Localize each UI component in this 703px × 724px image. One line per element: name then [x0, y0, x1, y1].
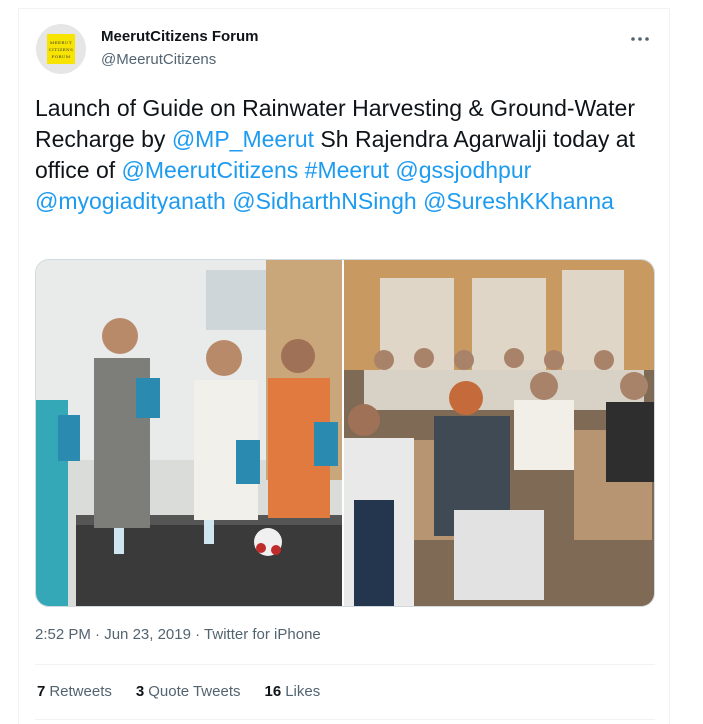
tweet-source[interactable]: Twitter for iPhone	[204, 626, 321, 643]
avatar-logo-line: FORUM	[51, 53, 71, 59]
meta-separator: ·	[90, 626, 105, 643]
mention-link[interactable]: @SidharthNSingh	[232, 188, 416, 214]
more-options-button[interactable]	[626, 25, 654, 53]
likes-label: Likes	[285, 683, 321, 700]
tweet-date[interactable]: Jun 23, 2019	[104, 626, 191, 643]
more-horizontal-icon	[631, 37, 649, 41]
display-name[interactable]: MeerutCitizens Forum	[101, 28, 259, 45]
retweets-count: 7	[37, 683, 46, 700]
hashtag-link[interactable]: #Meerut	[305, 157, 389, 183]
user-handle[interactable]: @MeerutCitizens	[101, 51, 216, 68]
tweet-meta: 2:52 PM · Jun 23, 2019 · Twitter for iPh…	[35, 626, 321, 643]
tweet-stats: 7 Retweets 3 Quote Tweets 16 Likes	[37, 683, 320, 700]
divider	[35, 719, 655, 720]
divider	[35, 664, 655, 665]
mention-link[interactable]: @myogiadityanath	[35, 188, 226, 214]
quote-tweets-count: 3	[135, 683, 145, 700]
retweets-stat[interactable]: 7 Retweets	[37, 683, 112, 700]
tweet-time[interactable]: 2:52 PM	[35, 626, 91, 643]
retweets-label: Retweets	[49, 683, 112, 700]
avatar-logo-line: CITIZENS	[48, 46, 74, 52]
tweet-card: MEERUT CITIZENS FORUM MeerutCitizens For…	[18, 8, 670, 724]
avatar[interactable]: MEERUT CITIZENS FORUM	[36, 24, 86, 74]
quote-tweets-stat[interactable]: 3 Quote Tweets	[136, 683, 241, 700]
likes-count: 16	[264, 683, 282, 700]
media-grid	[35, 259, 655, 607]
avatar-logo-line: MEERUT	[50, 39, 72, 45]
likes-stat[interactable]: 16 Likes	[265, 683, 321, 700]
mention-link[interactable]: @MP_Meerut	[172, 126, 314, 152]
mention-link[interactable]: @gssjodhpur	[395, 157, 531, 183]
meta-separator: ·	[190, 626, 205, 643]
mention-link[interactable]: @MeerutCitizens	[122, 157, 299, 183]
avatar-logo: MEERUT CITIZENS FORUM	[47, 34, 75, 64]
photo-audience[interactable]	[344, 260, 654, 606]
quote-tweets-label: Quote Tweets	[148, 683, 241, 700]
mention-link[interactable]: @SureshKKhanna	[423, 188, 614, 214]
tweet-text: Launch of Guide on Rainwater Harvesting …	[35, 93, 660, 217]
photo-book-launch[interactable]	[36, 260, 342, 606]
